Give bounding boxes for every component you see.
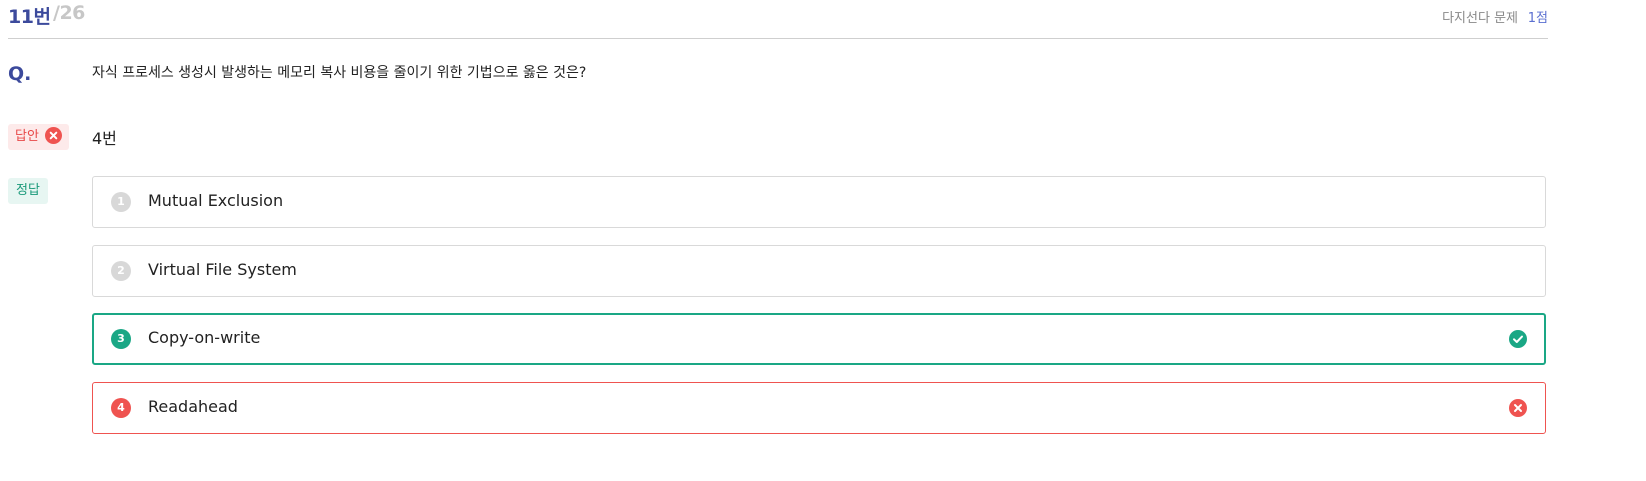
option-label: Mutual Exclusion xyxy=(148,191,284,210)
option-number: 2 xyxy=(111,261,131,281)
correct-badge: 정답 xyxy=(8,178,48,204)
question-text: 자식 프로세스 생성시 발생하는 메모리 복사 비용을 줄이기 위한 기법으로 … xyxy=(92,65,587,81)
question-number: 11번 xyxy=(8,6,51,28)
question-header: 11번 /26 다지선다 문제 1점 xyxy=(8,0,1548,39)
question-total: /26 xyxy=(53,2,85,24)
x-circle-icon xyxy=(1509,399,1527,417)
quiz-result-page: 11번 /26 다지선다 문제 1점 Q. 자식 프로세스 생성시 발생하는 메… xyxy=(0,0,1646,481)
option-3[interactable]: 3 Copy-on-write xyxy=(92,313,1546,365)
option-number: 4 xyxy=(111,398,131,418)
answer-badge: 답안 xyxy=(8,124,69,150)
option-2[interactable]: 2 Virtual File System xyxy=(92,245,1546,297)
x-circle-icon xyxy=(44,127,62,144)
option-number: 3 xyxy=(111,329,131,349)
option-label: Virtual File System xyxy=(148,260,297,279)
option-4[interactable]: 4 Readahead xyxy=(92,382,1546,434)
submitted-answer: 4번 xyxy=(92,129,117,148)
answer-badge-label: 답안 xyxy=(15,129,39,144)
option-number: 1 xyxy=(111,192,131,212)
option-label: Copy-on-write xyxy=(148,328,261,347)
option-label: Readahead xyxy=(148,397,238,416)
check-circle-icon xyxy=(1509,330,1527,348)
question-score: 1점 xyxy=(1527,11,1548,26)
option-1[interactable]: 1 Mutual Exclusion xyxy=(92,176,1546,228)
question-type: 다지선다 문제 xyxy=(1442,11,1518,26)
question-label: Q. xyxy=(8,63,32,85)
